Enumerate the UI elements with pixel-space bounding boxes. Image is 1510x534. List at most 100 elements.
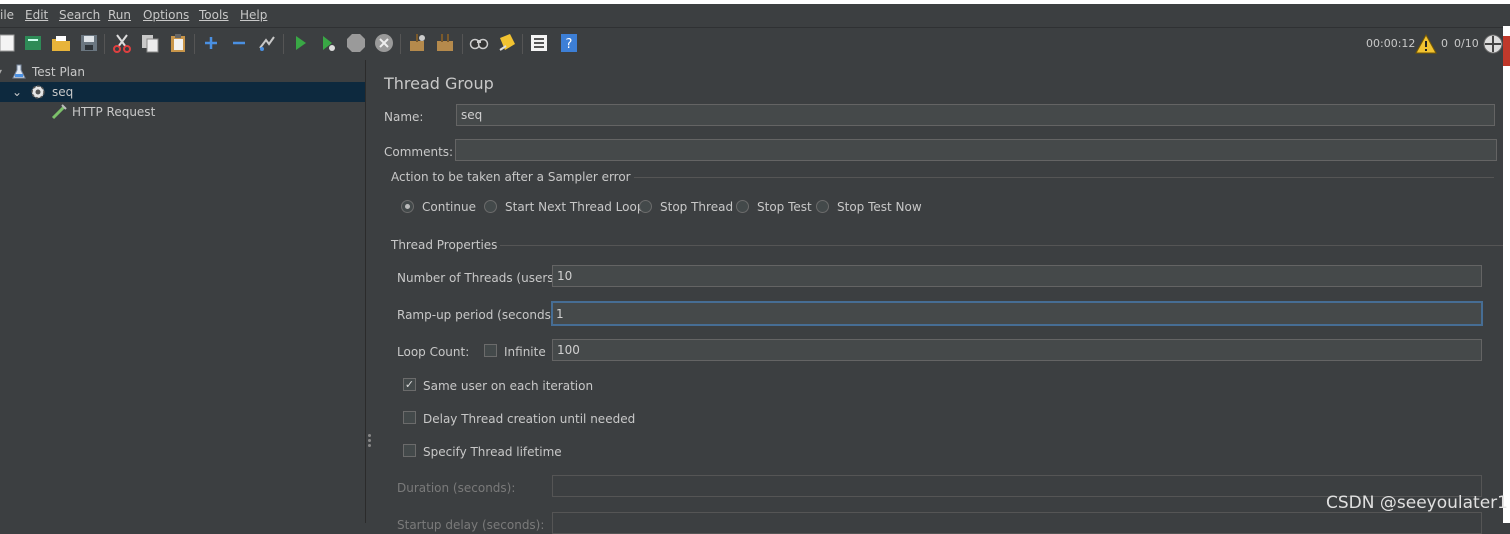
test-plan-tree: ▾ Test Plan ⌄ seq HTTP Request — [0, 60, 365, 523]
threads-label: Number of Threads (users): — [397, 271, 563, 285]
search-icon[interactable] — [468, 32, 490, 54]
shutdown-icon[interactable] — [373, 32, 395, 54]
background-window-accent — [1503, 36, 1510, 66]
stop-icon[interactable] — [345, 32, 367, 54]
reset-search-icon[interactable] — [496, 32, 518, 54]
toolbar-separator — [400, 34, 401, 54]
thread-group-panel: Thread Group Name: Comments: Action to b… — [374, 60, 1510, 534]
clear-icon[interactable] — [406, 32, 428, 54]
comments-field[interactable] — [455, 139, 1497, 161]
infinite-label[interactable]: Infinite — [504, 345, 546, 359]
thread-group-gear-icon — [29, 83, 47, 101]
menu-edit-label: Edit — [25, 8, 49, 22]
tree-item-label: Test Plan — [32, 65, 85, 79]
page-title: Thread Group — [384, 74, 494, 93]
warning-icon[interactable] — [1415, 33, 1437, 55]
rampup-label: Ramp-up period (seconds): — [397, 308, 560, 322]
radio-stop-test-label[interactable]: Stop Test — [757, 200, 812, 214]
menu-options-label: Options — [143, 8, 190, 22]
menu-help[interactable]: Help — [240, 8, 267, 22]
tree-item-test-plan[interactable]: ▾ Test Plan — [0, 62, 365, 82]
splitter-grip-dot — [368, 434, 371, 437]
radio-stop-thread-label[interactable]: Stop Thread — [660, 200, 733, 214]
menu-edit[interactable]: Edit — [25, 8, 48, 22]
delay-thread-checkbox[interactable] — [403, 411, 416, 424]
infinite-checkbox[interactable] — [484, 344, 497, 357]
tree-item-label: seq — [52, 85, 74, 99]
cut-icon[interactable] — [111, 32, 133, 54]
sampler-error-section-title: Action to be taken after a Sampler error — [388, 170, 634, 184]
warning-count: 0 — [1441, 37, 1448, 50]
clear-all-icon[interactable] — [434, 32, 456, 54]
copy-icon[interactable] — [139, 32, 161, 54]
radio-start-next-thread-loop-label[interactable]: Start Next Thread Loop — [505, 200, 644, 214]
tree-item-seq[interactable]: ⌄ seq — [0, 82, 365, 102]
menu-tools[interactable]: Tools — [199, 8, 229, 22]
threads-field[interactable] — [552, 265, 1482, 287]
menu-bar: ile Edit Search Run Options Tools Help — [0, 4, 1510, 26]
open-icon[interactable] — [50, 32, 72, 54]
chevron-down-icon[interactable]: ⌄ — [12, 85, 22, 99]
toolbar-separator — [283, 34, 284, 54]
menu-run[interactable]: Run — [108, 8, 131, 22]
new-icon[interactable] — [0, 32, 18, 54]
rampup-field[interactable] — [551, 301, 1483, 326]
menu-search-label: Search — [59, 8, 101, 22]
radio-continue[interactable] — [401, 200, 414, 213]
toolbar: ? 00:00:12 0 0/10 — [0, 27, 1510, 61]
radio-stop-test[interactable] — [736, 200, 749, 213]
thread-lifetime-checkbox[interactable] — [403, 444, 416, 457]
background-window-edge — [1503, 26, 1510, 523]
radio-stop-thread[interactable] — [639, 200, 652, 213]
duration-label: Duration (seconds): — [397, 481, 516, 495]
same-user-label[interactable]: Same user on each iteration — [423, 379, 593, 393]
splitter-grip-dot — [368, 444, 371, 447]
help-icon[interactable]: ? — [558, 32, 580, 54]
test-plan-icon — [10, 63, 28, 81]
toolbar-separator — [522, 34, 523, 54]
menu-search[interactable]: Search — [59, 8, 100, 22]
startup-delay-label: Startup delay (seconds): — [397, 518, 545, 532]
toolbar-separator — [462, 34, 463, 54]
tree-item-http-request[interactable]: HTTP Request — [0, 102, 365, 122]
radio-start-next-thread-loop[interactable] — [484, 200, 497, 213]
delay-thread-label[interactable]: Delay Thread creation until needed — [423, 412, 635, 426]
save-icon[interactable] — [78, 32, 100, 54]
thread-properties-section-title: Thread Properties — [388, 238, 501, 252]
toggle-icon[interactable] — [256, 32, 278, 54]
paste-icon[interactable] — [167, 32, 189, 54]
loop-count-label: Loop Count: — [397, 345, 470, 359]
active-threads: 0/10 — [1454, 37, 1479, 50]
startup-delay-field[interactable] — [552, 512, 1482, 534]
svg-text:?: ? — [566, 37, 573, 52]
collapse-arrow-icon[interactable]: ▾ — [0, 65, 2, 79]
thread-lifetime-label[interactable]: Specify Thread lifetime — [423, 445, 562, 459]
splitter-grip-dot — [368, 439, 371, 442]
thread-status-icon[interactable] — [1482, 33, 1504, 55]
loop-count-field[interactable] — [552, 339, 1482, 361]
panel-splitter[interactable] — [365, 60, 374, 523]
menu-tools-label: Tools — [199, 8, 229, 22]
templates-icon[interactable] — [22, 32, 44, 54]
http-request-pipette-icon — [50, 103, 68, 121]
toolbar-separator — [104, 34, 105, 54]
radio-stop-test-now[interactable] — [816, 200, 829, 213]
collapse-icon[interactable] — [228, 32, 250, 54]
function-helper-icon[interactable] — [528, 32, 550, 54]
radio-stop-test-now-label[interactable]: Stop Test Now — [837, 200, 922, 214]
expand-icon[interactable] — [200, 32, 222, 54]
name-field[interactable] — [456, 104, 1495, 126]
same-user-checkbox[interactable]: ✓ — [403, 378, 416, 391]
comments-label: Comments: — [384, 145, 454, 159]
menu-options[interactable]: Options — [143, 8, 189, 22]
menu-file[interactable]: ile — [0, 8, 14, 22]
tree-item-label: HTTP Request — [72, 105, 156, 119]
thread-properties-divider — [388, 245, 1506, 246]
menu-run-label: Run — [108, 8, 132, 22]
radio-continue-label[interactable]: Continue — [422, 200, 476, 214]
elapsed-time: 00:00:12 — [1366, 37, 1416, 50]
start-icon[interactable] — [289, 32, 311, 54]
name-label: Name: — [384, 110, 424, 124]
watermark: CSDN @seeyoulater1 — [1326, 493, 1508, 513]
start-no-pauses-icon[interactable] — [317, 32, 339, 54]
